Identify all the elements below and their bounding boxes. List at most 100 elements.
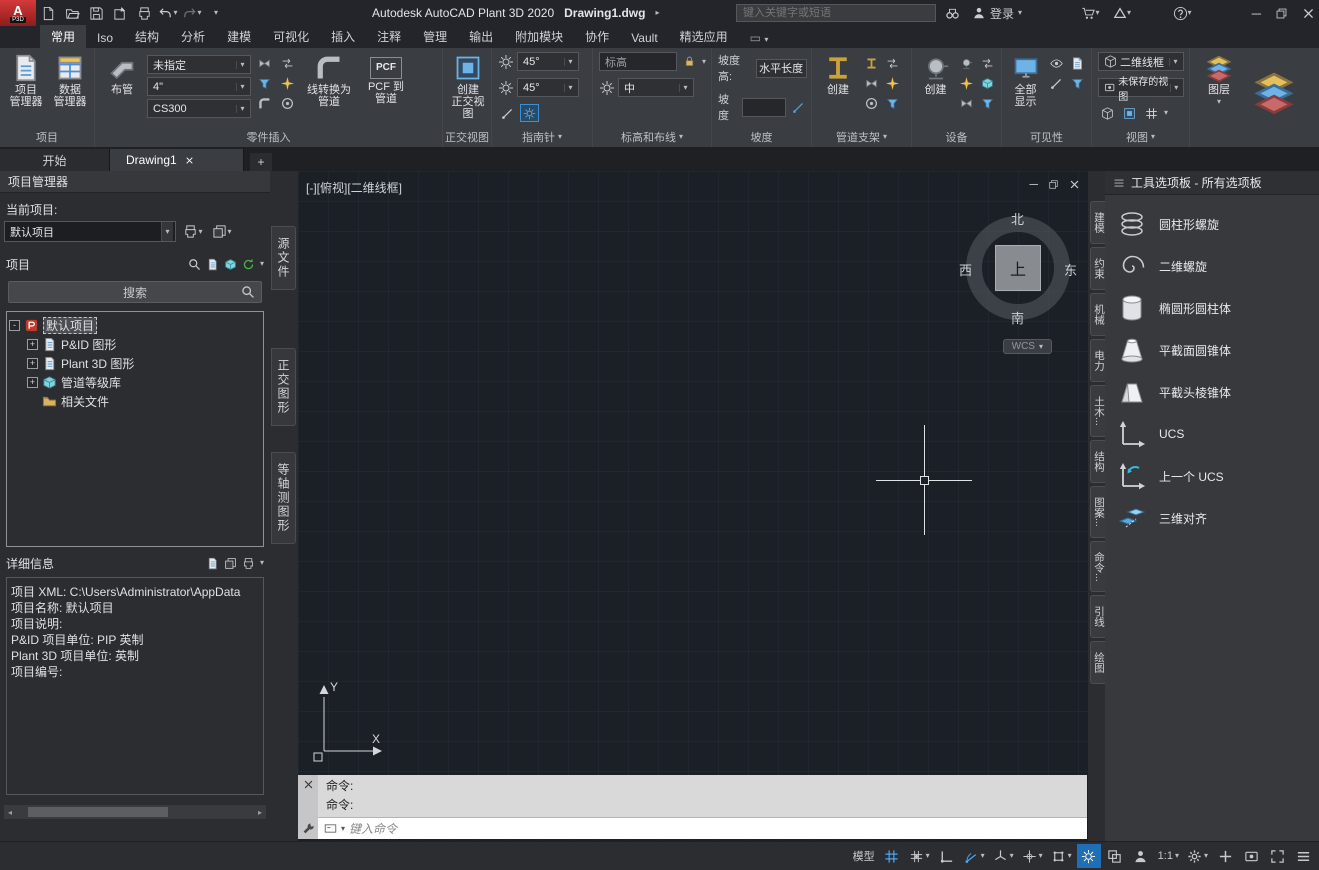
viewport-controls[interactable]: [-][俯视][二维线框] bbox=[306, 179, 402, 196]
viewport-minimize-icon[interactable]: ─ bbox=[1029, 177, 1038, 191]
redo-button[interactable]: ▾ bbox=[180, 2, 204, 24]
create-equipment-button[interactable]: 创建 bbox=[918, 52, 953, 130]
elevation-lock-icon[interactable] bbox=[680, 53, 699, 71]
annotation-add-scales-button[interactable] bbox=[1213, 844, 1237, 868]
scroll-right-arrow[interactable]: ▸ bbox=[254, 808, 266, 817]
snap-mode-toggle[interactable]: ▾ bbox=[906, 844, 933, 868]
compass-angle1-dropdown[interactable]: 45°▾ bbox=[517, 52, 579, 71]
palette-item-3d-align[interactable]: 三维对齐 bbox=[1105, 497, 1319, 539]
compass-angle2-dropdown[interactable]: 45°▾ bbox=[517, 78, 579, 97]
drawing-canvas[interactable]: [-][俯视][二维线框] ─ 北 南 西 东 上 WCS▾ Y X bbox=[298, 171, 1088, 841]
expander[interactable]: - bbox=[9, 320, 20, 331]
details-print-icon[interactable] bbox=[242, 557, 255, 570]
pcf-to-pipe-button[interactable]: PCF PCF 到 管道 bbox=[361, 52, 411, 130]
expander[interactable]: + bbox=[27, 339, 38, 350]
selection-cycling-toggle[interactable] bbox=[1103, 844, 1127, 868]
ribbon-tab-insert[interactable]: 插入 bbox=[320, 25, 366, 48]
visibility-hide-icon[interactable] bbox=[1047, 74, 1066, 92]
slope-input[interactable] bbox=[742, 98, 786, 117]
palette-item-frustum-pyramid[interactable]: 平截头棱锥体 bbox=[1105, 371, 1319, 413]
command-input[interactable]: ▾ 键入命令 bbox=[318, 818, 1087, 839]
grid-display-toggle[interactable] bbox=[880, 844, 904, 868]
palette-item-elliptical-cylinder[interactable]: 椭圆形圆柱体 bbox=[1105, 287, 1319, 329]
create-support-button[interactable]: 创建 bbox=[818, 52, 858, 130]
ortho-mode-toggle[interactable] bbox=[935, 844, 959, 868]
details-copy-icon[interactable] bbox=[224, 557, 237, 570]
substitute-part-icon[interactable] bbox=[278, 54, 297, 72]
palette-item-frustum-cone[interactable]: 平截面圆锥体 bbox=[1105, 329, 1319, 371]
object-snap-toggle[interactable]: ▾ bbox=[1048, 844, 1075, 868]
minimize-button[interactable]: ─ bbox=[1252, 6, 1261, 21]
tab-source-files[interactable]: 源文件 bbox=[271, 226, 296, 290]
weld-insert-icon[interactable] bbox=[278, 74, 297, 92]
spec-filter-icon[interactable] bbox=[255, 74, 274, 92]
help-search-input[interactable] bbox=[736, 4, 936, 22]
new-drawing-button[interactable] bbox=[36, 2, 60, 24]
ribbon-tab-modeling[interactable]: 建模 bbox=[216, 25, 262, 48]
panel-label-pipe-supports[interactable]: 管道支架▾ bbox=[812, 129, 911, 145]
clean-screen-button[interactable] bbox=[1265, 844, 1289, 868]
save-button[interactable] bbox=[84, 2, 108, 24]
project-manager-button[interactable]: 项目 管理器 bbox=[6, 52, 46, 130]
support-spark-icon[interactable] bbox=[883, 74, 902, 92]
ribbon-tab-annotate[interactable]: 注释 bbox=[366, 25, 412, 48]
title-caret-icon[interactable]: ▸ bbox=[655, 9, 659, 17]
help-button[interactable]: ▾ bbox=[1170, 2, 1194, 24]
project-search-icon[interactable] bbox=[188, 258, 201, 271]
viewcube-north[interactable]: 北 bbox=[1011, 209, 1024, 228]
ribbon-tab-vault[interactable]: Vault bbox=[620, 28, 668, 48]
ribbon-tab-featured-apps[interactable]: 精选应用 bbox=[669, 25, 739, 48]
visibility-doc-icon[interactable] bbox=[1068, 54, 1087, 72]
equipment-filter-icon[interactable] bbox=[978, 94, 997, 112]
isolate-objects-button[interactable] bbox=[1239, 844, 1263, 868]
ribbon-tab-output[interactable]: 输出 bbox=[458, 25, 504, 48]
current-project-dropdown[interactable]: 默认项目▾ bbox=[4, 221, 176, 242]
object-snap-tracking-toggle[interactable]: ▾ bbox=[1019, 844, 1046, 868]
ribbon-tab-iso[interactable]: Iso bbox=[86, 28, 124, 48]
viewcube-south[interactable]: 南 bbox=[1011, 308, 1024, 327]
equipment-convert-icon[interactable] bbox=[978, 74, 997, 92]
wcs-dropdown[interactable]: WCS▾ bbox=[1003, 339, 1052, 354]
valve-insert-icon[interactable] bbox=[255, 54, 274, 72]
palette-item-2d-spiral[interactable]: 二维螺旋 bbox=[1105, 245, 1319, 287]
ribbon-tab-structure[interactable]: 结构 bbox=[124, 25, 170, 48]
pipe-size-dropdown[interactable]: 4"▾ bbox=[147, 77, 251, 96]
slope-format-dropdown[interactable]: 水平长度 bbox=[756, 59, 807, 78]
autocad-plant3d-logo[interactable]: A P3D bbox=[0, 0, 36, 26]
view-ortho-icon[interactable] bbox=[1120, 104, 1139, 122]
project-section-collapse[interactable]: ▾ bbox=[260, 260, 264, 268]
command-customize-wrench-icon[interactable] bbox=[302, 822, 315, 835]
palette-menu-icon[interactable] bbox=[1113, 177, 1125, 189]
search-binoculars-icon[interactable] bbox=[940, 2, 964, 24]
panel-label-compass[interactable]: 指南针▾ bbox=[492, 129, 592, 145]
sign-in-button[interactable]: 登录 ▾ bbox=[972, 2, 1022, 24]
panel-label-elevation-routing[interactable]: 标高和布线▾ bbox=[593, 129, 711, 145]
tree-item-default-project[interactable]: - 默认项目 bbox=[9, 316, 261, 335]
data-manager-button[interactable]: 数据 管理器 bbox=[50, 52, 90, 130]
flange-insert-icon[interactable] bbox=[278, 94, 297, 112]
refresh-project-icon[interactable] bbox=[242, 258, 255, 271]
layers-dropdown-button[interactable]: 图层 ▾ bbox=[1196, 52, 1242, 130]
slope-pick-icon[interactable] bbox=[789, 98, 807, 116]
equipment-spark-icon[interactable] bbox=[957, 74, 976, 92]
isometric-drafting-toggle[interactable]: ▾ bbox=[990, 844, 1017, 868]
elevation-input[interactable]: 标高 bbox=[599, 52, 677, 71]
tab-ortho-drawings[interactable]: 正交图形 bbox=[271, 348, 296, 426]
command-history[interactable]: 命令: 命令: bbox=[318, 775, 1087, 818]
annotation-scale-button[interactable]: 1:1▾ bbox=[1155, 844, 1182, 868]
show-all-button[interactable]: 全部 显示 bbox=[1008, 52, 1043, 130]
quick-access-dropdown[interactable]: ▾ bbox=[204, 2, 228, 24]
polar-tracking-toggle[interactable]: ▾ bbox=[961, 844, 988, 868]
ribbon-tab-visualize[interactable]: 可视化 bbox=[262, 25, 320, 48]
ribbon-tab-home[interactable]: 常用 bbox=[40, 25, 86, 48]
visibility-filter-icon[interactable] bbox=[1068, 74, 1087, 92]
viewport-close-icon[interactable] bbox=[1069, 179, 1080, 190]
save-as-button[interactable] bbox=[108, 2, 132, 24]
support-attach-icon[interactable] bbox=[883, 54, 902, 72]
project-copy-button[interactable]: ▾ bbox=[210, 223, 234, 241]
project-search-box[interactable]: 搜索 bbox=[8, 281, 262, 303]
expander[interactable]: + bbox=[27, 358, 38, 369]
ribbon-tab-addins[interactable]: 附加模块 bbox=[504, 25, 574, 48]
ribbon-display-toggle[interactable]: ▭ ▾ bbox=[739, 28, 780, 48]
support-flange-icon[interactable] bbox=[862, 94, 881, 112]
